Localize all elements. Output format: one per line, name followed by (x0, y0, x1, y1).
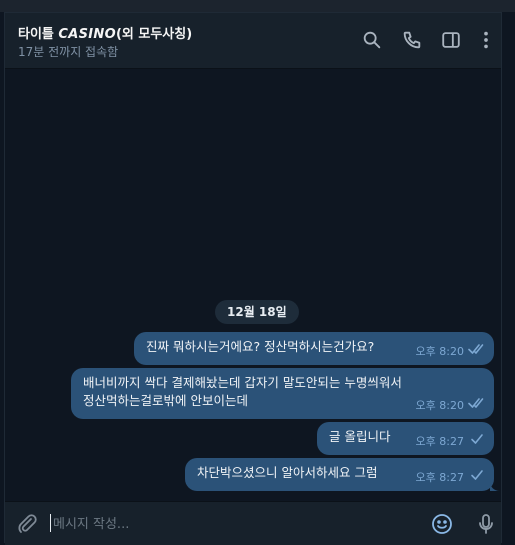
phone-icon[interactable] (401, 29, 423, 51)
search-icon[interactable] (361, 29, 383, 51)
message-meta: 오후 8:20 (416, 397, 486, 415)
check-icon (468, 469, 486, 487)
message-meta: 오후 8:27 (416, 433, 486, 451)
message-bubble[interactable]: 배너비까지 싹다 결제해놨는데 갑자기 말도안되는 누명씌워서 정산먹하는걸로밖… (71, 368, 494, 419)
message-time: 오후 8:27 (415, 435, 464, 448)
message-meta: 오후 8:27 (416, 469, 486, 487)
message-time: 오후 8:20 (415, 345, 464, 358)
more-vertical-icon[interactable] (475, 29, 497, 51)
microphone-icon[interactable] (474, 512, 498, 536)
chat-title-prefix: 타이틀 (18, 27, 59, 42)
message-meta: 오후 8:20 (416, 343, 486, 361)
sidebar-toggle-icon[interactable] (440, 29, 462, 51)
message-list[interactable]: 12월 18일 진짜 뭐하시는거에요? 정산먹하시는건가요? 오후 8:20 배… (5, 69, 501, 501)
window-top-strip (0, 0, 515, 12)
message-bubble[interactable]: 차단박으셨으니 알아서하세요 그럼 오후 8:27 (185, 458, 500, 491)
scrollbar[interactable] (502, 12, 515, 543)
message-bubble[interactable]: 글 올립니다 오후 8:27 (317, 422, 494, 455)
message-composer (5, 501, 501, 545)
date-separator: 12월 18일 (215, 300, 299, 324)
last-seen-status: 17분 전까지 접속함 (18, 45, 119, 59)
chat-window: 타이틀 CASINO(외 모두사칭) 17분 전까지 접속함 12월 18일 진… (4, 12, 502, 545)
double-check-icon (468, 397, 486, 415)
emoji-icon[interactable] (430, 512, 454, 536)
message-time: 오후 8:27 (415, 471, 464, 484)
double-check-icon (468, 343, 486, 361)
message-input[interactable] (51, 508, 425, 540)
chat-header[interactable]: 타이틀 CASINO(외 모두사칭) 17분 전까지 접속함 (5, 13, 501, 69)
message-bubble[interactable]: 진짜 뭐하시는거에요? 정산먹하시는건가요? 오후 8:20 (134, 332, 494, 365)
check-icon (468, 433, 486, 451)
paperclip-icon[interactable] (15, 512, 39, 536)
bubble-tail (490, 481, 500, 491)
chat-title-brand: CASINO (58, 27, 116, 42)
chat-title-suffix: (외 모두사칭) (115, 27, 193, 42)
message-time: 오후 8:20 (415, 399, 464, 412)
chat-title[interactable]: 타이틀 CASINO(외 모두사칭) (18, 23, 192, 42)
